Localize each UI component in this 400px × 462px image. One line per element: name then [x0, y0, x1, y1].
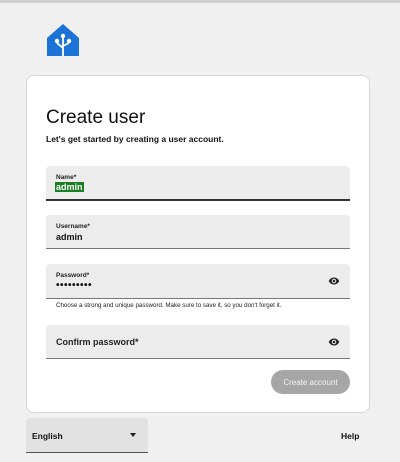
- create-account-button[interactable]: Create account: [271, 370, 350, 394]
- password-field-label: Password*: [56, 272, 90, 279]
- language-select-value: English: [32, 431, 63, 441]
- password-helper-text: Choose a strong and unique password. Mak…: [56, 302, 282, 309]
- name-field[interactable]: Name* admin: [46, 166, 350, 201]
- username-field-value[interactable]: admin: [56, 232, 83, 242]
- confirm-password-placeholder: Confirm password*: [56, 337, 139, 347]
- password-field-value[interactable]: •••••••••: [56, 280, 92, 291]
- confirm-password-field[interactable]: Confirm password*: [46, 325, 350, 359]
- language-select[interactable]: English: [26, 418, 148, 453]
- top-bar: [0, 0, 400, 3]
- page-subtitle: Let's get started by creating a user acc…: [46, 134, 224, 144]
- create-user-card: Create user Let's get started by creatin…: [26, 75, 370, 413]
- name-field-value[interactable]: admin: [55, 182, 84, 192]
- password-field[interactable]: Password* •••••••••: [46, 264, 350, 299]
- page-title: Create user: [46, 107, 146, 128]
- home-assistant-logo-icon: [47, 24, 79, 56]
- username-field-label: Username*: [56, 223, 90, 230]
- eye-icon[interactable]: [328, 336, 340, 348]
- help-link[interactable]: Help: [341, 431, 359, 441]
- username-field[interactable]: Username* admin: [46, 215, 350, 249]
- name-field-label: Name*: [56, 174, 77, 181]
- eye-icon[interactable]: [328, 275, 340, 287]
- caret-down-icon: [130, 433, 136, 437]
